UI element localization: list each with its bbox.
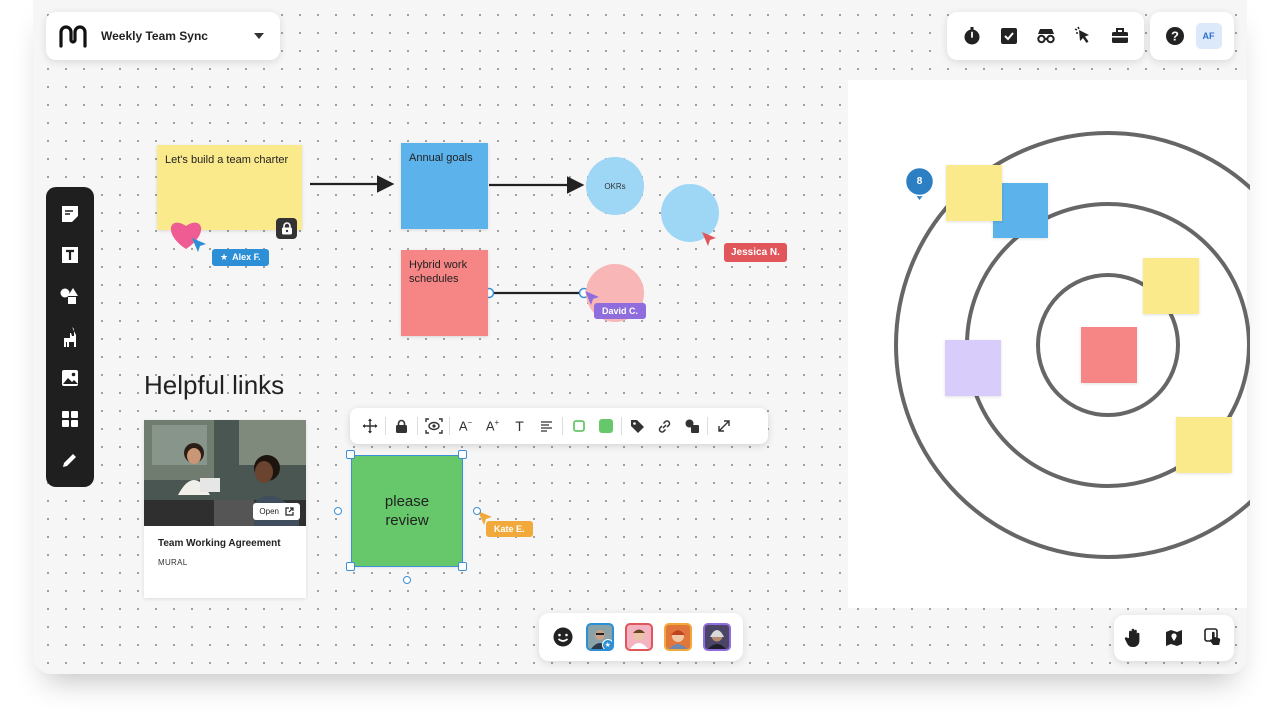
cursor-name: Alex F. [232,252,261,262]
sticky-charter-text: Let's build a team charter [165,154,289,166]
lock-icon[interactable] [276,218,297,239]
tag-icon[interactable] [624,414,651,438]
separator [621,417,622,435]
link-card-image: Open [144,420,306,526]
hand-pan-icon[interactable] [1122,626,1146,650]
collaborator-avatar-2[interactable] [624,623,653,651]
navigation-bar [1114,615,1234,661]
resize-handle-top-left[interactable] [346,450,355,459]
open-link-button[interactable]: Open [253,503,300,520]
open-label: Open [259,507,279,516]
cursor-label-david: David C. [594,303,647,319]
align-icon[interactable] [533,414,560,438]
link-icon[interactable] [651,414,678,438]
separator [562,417,563,435]
resize-handle-bottom-left[interactable] [346,562,355,571]
font-increase-icon[interactable]: A+ [479,414,506,438]
sticky-annual-goals-text: Annual goals [409,152,473,164]
external-link-icon [285,507,294,516]
connector-handle-bottom[interactable] [403,576,411,584]
touch-icon[interactable] [1202,626,1226,650]
cursor-label-alex: ★ Alex F. [212,249,269,266]
star-icon: ★ [220,252,229,262]
link-card[interactable]: Open Team Working Agreement MURAL [144,420,306,598]
cursor-label-kate: Kate E. [486,521,533,537]
link-card-source: MURAL [158,558,188,567]
sticky-hybrid[interactable]: Hybrid work schedules [401,250,488,336]
map-pin-icon[interactable] [1162,626,1186,650]
connector-handle-right[interactable] [473,507,481,515]
fill-color-icon[interactable] [592,414,619,438]
font-decrease-icon[interactable]: A− [452,414,479,438]
border-color-icon[interactable] [565,414,592,438]
collaborator-avatar-1[interactable]: ★ [585,623,614,651]
emoji-icon[interactable] [551,625,575,649]
expand-icon[interactable] [710,414,737,438]
separator [449,417,450,435]
layers-icon[interactable] [678,414,705,438]
cursor-alex-icon [192,238,206,252]
selection-box [351,455,463,567]
focus-icon[interactable] [420,414,447,438]
circle-okrs-text: OKRs [604,181,626,191]
lock-icon[interactable] [388,414,415,438]
resize-handle-bottom-right[interactable] [458,562,467,571]
helpful-links-heading: Helpful links [144,370,285,400]
connectors [310,175,590,299]
text-icon[interactable]: T [506,414,533,438]
collaborator-avatar-3[interactable] [664,623,693,651]
cursor-jessica-icon [702,232,716,246]
link-card-title: Team Working Agreement [158,538,281,549]
sticky-hybrid-text: Hybrid work schedules [409,259,468,286]
connector-handle-left[interactable] [334,507,342,515]
star-icon: ★ [601,639,612,649]
sticky-annual-goals[interactable]: Annual goals [401,143,488,229]
cursor-label-jessica: Jessica N. [724,243,787,262]
collaborators-bar: ★ [539,613,743,661]
context-toolbar: A− A+ T [350,408,768,444]
separator [385,417,386,435]
circle-okrs[interactable]: OKRs [586,157,644,215]
collaborator-avatar-4[interactable] [703,623,732,651]
resize-handle-top-right[interactable] [458,450,467,459]
separator [707,417,708,435]
move-icon[interactable] [356,414,383,438]
separator [417,417,418,435]
